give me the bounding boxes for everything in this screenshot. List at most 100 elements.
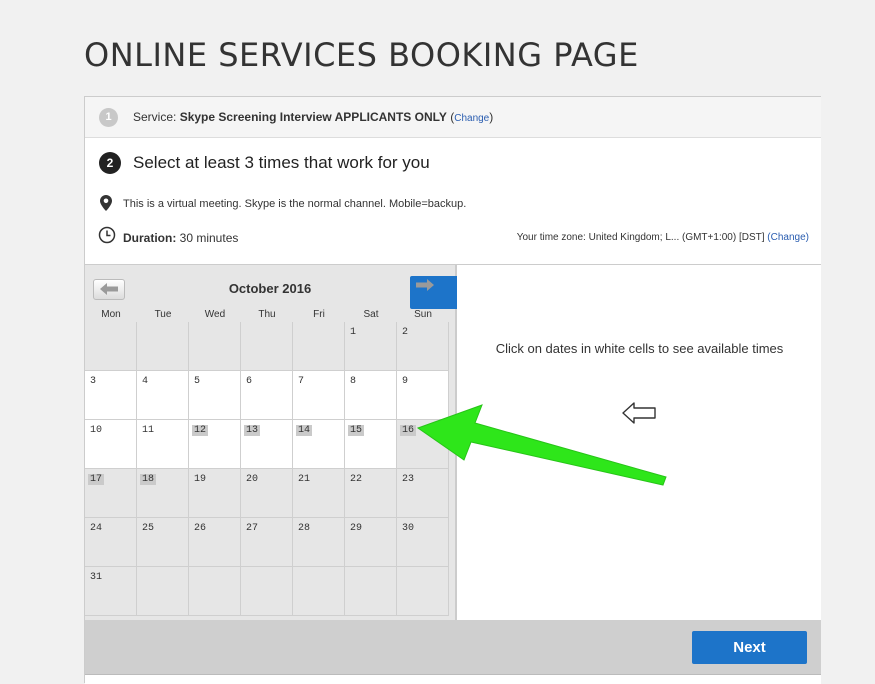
calendar-day: 30: [397, 518, 449, 567]
calendar-day-number: 4: [142, 376, 149, 387]
calendar-day[interactable]: 15: [345, 420, 397, 469]
virtual-meeting-note: This is a virtual meeting. Skype is the …: [123, 198, 467, 210]
calendar-empty-cell: [241, 322, 293, 371]
calendar-day-number: 20: [246, 474, 259, 485]
change-close: ): [489, 110, 494, 124]
calendar-day[interactable]: 10: [85, 420, 137, 469]
change-timezone-link[interactable]: (Change): [767, 232, 809, 243]
calendar-empty-cell: [137, 567, 189, 616]
calendar-day: 21: [293, 469, 345, 518]
booking-page: ONLINE SERVICES BOOKING PAGE 1 Service: …: [0, 0, 875, 684]
step1-number: 1: [99, 108, 118, 127]
service-prefix: Service:: [133, 110, 180, 124]
calendar-day-number: 3: [90, 376, 97, 387]
calendar-day-number: 31: [90, 572, 103, 583]
step2-section: 2 Select at least 3 times that work for …: [85, 138, 821, 265]
calendar-empty-cell: [293, 322, 345, 371]
calendar-day-number: 5: [194, 376, 201, 387]
times-hint: Click on dates in white cells to see ava…: [495, 341, 784, 356]
calendar-empty-cell: [189, 567, 241, 616]
duration-value: 30 minutes: [176, 231, 239, 245]
calendar-empty-cell: [137, 322, 189, 371]
duration-label: Duration:: [123, 231, 177, 245]
timezone-text: Your time zone: United Kingdom; L... (GM…: [516, 232, 768, 243]
calendar-day[interactable]: 11: [137, 420, 189, 469]
calendar-day-number: 6: [246, 376, 253, 387]
calendar-day-number: 26: [194, 523, 207, 534]
calendar-day-number: 8: [350, 376, 357, 387]
calendar-day: 18: [137, 469, 189, 518]
weekday-tue: Tue: [154, 309, 172, 320]
calendar-day-number: 25: [142, 523, 155, 534]
calendar-day-number: 14: [296, 425, 313, 436]
step1-row: 1 Service: Skype Screening Interview APP…: [85, 97, 821, 138]
calendar-day-number: 15: [348, 425, 365, 436]
service-name: Skype Screening Interview APPLICANTS ONL…: [179, 110, 447, 124]
weekday-sat: Sat: [363, 309, 379, 320]
weekday-fri: Fri: [313, 309, 325, 320]
calendar-day[interactable]: 3: [85, 371, 137, 420]
footer-bar: Next: [85, 620, 821, 674]
calendar-day: 25: [137, 518, 189, 567]
calendar-empty-cell: [293, 567, 345, 616]
calendar-day-number: 18: [140, 474, 157, 485]
step2-number: 2: [99, 152, 121, 174]
calendar-empty-cell: [189, 322, 241, 371]
calendar-day: 29: [345, 518, 397, 567]
calendar-day-number: 21: [298, 474, 311, 485]
calendar-day[interactable]: 5: [189, 371, 241, 420]
calendar-day: 28: [293, 518, 345, 567]
calendar-day: 17: [85, 469, 137, 518]
duration: Duration: 30 minutes: [123, 231, 238, 245]
calendar-empty-cell: [397, 567, 449, 616]
calendar-day[interactable]: 13: [241, 420, 293, 469]
calendar-day: 20: [241, 469, 293, 518]
calendar-day: 31: [85, 567, 137, 616]
calendar-day-number: 19: [194, 474, 207, 485]
map-pin-icon: [100, 195, 112, 211]
card-bottom-edge: [85, 674, 821, 684]
page-title: ONLINE SERVICES BOOKING PAGE: [84, 36, 639, 74]
calendar-day[interactable]: 12: [189, 420, 241, 469]
calendar-day-number: 13: [244, 425, 261, 436]
calendar-day: 26: [189, 518, 241, 567]
step2-title: Select at least 3 times that work for yo…: [133, 153, 430, 172]
next-button[interactable]: Next: [692, 631, 807, 664]
booking-card: 1 Service: Skype Screening Interview APP…: [84, 96, 821, 684]
calendar-day: 24: [85, 518, 137, 567]
calendar: October 2016 Mon Tue Wed Thu Fri Sat Sun…: [85, 265, 525, 620]
step1-text: Service: Skype Screening Interview APPLI…: [133, 110, 493, 124]
change-service-link[interactable]: Change: [454, 113, 489, 124]
calendar-day[interactable]: 14: [293, 420, 345, 469]
clock-icon: [98, 226, 116, 244]
calendar-empty-cell: [85, 322, 137, 371]
calendar-day[interactable]: 4: [137, 371, 189, 420]
calendar-day: 2: [397, 322, 449, 371]
calendar-day-number: 12: [192, 425, 209, 436]
calendar-day-number: 27: [246, 523, 259, 534]
calendar-empty-cell: [345, 567, 397, 616]
weekday-thu: Thu: [258, 309, 276, 320]
calendar-day-number: 2: [402, 327, 409, 338]
calendar-day-number: 10: [90, 425, 103, 436]
calendar-day[interactable]: 6: [241, 371, 293, 420]
calendar-month: October 2016: [228, 281, 312, 296]
calendar-day: 27: [241, 518, 293, 567]
calendar-day-number: 29: [350, 523, 363, 534]
calendar-day: 22: [345, 469, 397, 518]
calendar-day[interactable]: 7: [293, 371, 345, 420]
calendar-day-number: 1: [350, 327, 357, 338]
calendar-day-number: 30: [402, 523, 415, 534]
calendar-day[interactable]: 8: [345, 371, 397, 420]
calendar-day-number: 9: [402, 376, 409, 387]
weekday-mon: Mon: [101, 309, 121, 320]
calendar-day-number: 28: [298, 523, 311, 534]
green-arrow-icon: [416, 404, 667, 486]
weekday-wed: Wed: [204, 309, 226, 320]
calendar-empty-cell: [241, 567, 293, 616]
timezone: Your time zone: United Kingdom; L... (GM…: [517, 232, 809, 243]
calendar-day-number: 24: [90, 523, 103, 534]
weekday-sun: Sun: [414, 309, 432, 320]
calendar-day-number: 22: [350, 474, 363, 485]
calendar-day-number: 17: [88, 474, 105, 485]
